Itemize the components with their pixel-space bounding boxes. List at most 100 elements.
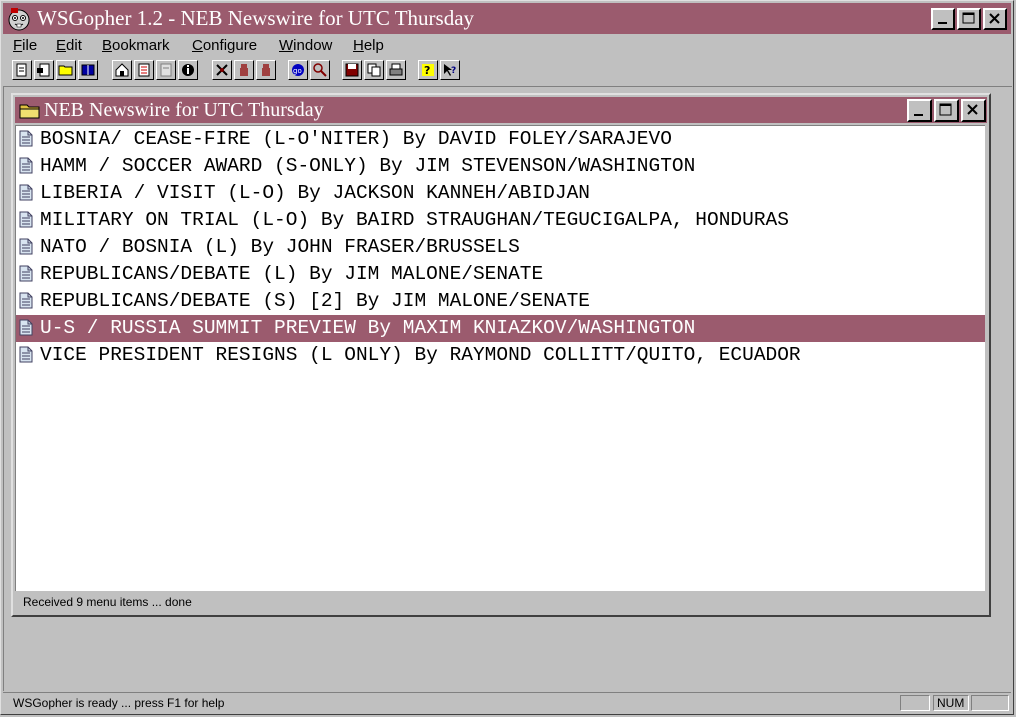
svg-text:?: ? [451,66,456,76]
app-title: WSGopher 1.2 - NEB Newswire for UTC Thur… [37,6,475,30]
toolbar-help-button[interactable]: ? [418,60,438,80]
info-icon [182,64,194,76]
menu-edit[interactable]: Edit [56,37,82,54]
toolbar-new-button[interactable] [12,60,32,80]
menu-help[interactable]: Help [353,37,384,54]
app-window: WSGopher 1.2 - NEB Newswire for UTC Thur… [0,0,1014,715]
toolbar: go ? ? [3,58,1011,84]
list-item-label: U-S / RUSSIA SUMMIT PREVIEW By MAXIM KNI… [40,317,696,339]
context-help-icon: ? [444,64,456,76]
status-text: WSGopher is ready ... press F1 for help [13,696,225,710]
list-item-label: MILITARY ON TRIAL (L-O) By BAIRD STRAUGH… [40,209,789,231]
list-item[interactable]: REPUBLICANS/DEBATE (L) By JIM MALONE/SEN… [16,261,985,288]
save-doc-icon [37,63,50,77]
toolbar-stop-button[interactable] [234,60,254,80]
bookmark-edit-icon [160,63,172,77]
document-icon [19,238,33,255]
toolbar-copy-button[interactable] [364,60,384,80]
close-button[interactable] [983,8,1007,30]
child-title: NEB Newswire for UTC Thursday [44,99,324,121]
save-disk-icon [345,63,359,77]
child-status-text: Received 9 menu items ... done [23,595,192,609]
list-item[interactable]: LIBERIA / VISIT (L-O) By JACKSON KANNEH/… [16,180,985,207]
toolbar-save-button[interactable] [342,60,362,80]
list-item-label: HAMM / SOCCER AWARD (S-ONLY) By JIM STEV… [40,155,696,177]
toolbar-info-button[interactable] [178,60,198,80]
minimize-icon [914,114,923,116]
open-folder-icon [58,65,73,76]
menu-item-list[interactable]: BOSNIA/ CEASE-FIRE (L-O'NITER) By DAVID … [15,125,985,591]
toolbar-search-button[interactable] [310,60,330,80]
status-num-indicator: NUM [933,695,969,711]
mdi-client-area: NEB Newswire for UTC Thursday BOSNIA/ CE… [3,86,1012,691]
book-icon [81,64,95,76]
print-icon [389,63,403,76]
svg-text:go: go [293,67,302,75]
child-status-bar: Received 9 menu items ... done [15,593,985,613]
new-doc-icon [16,63,27,77]
child-minimize-button[interactable] [907,99,932,122]
document-icon [19,265,33,282]
document-icon [19,184,33,201]
maximize-icon [962,12,975,24]
list-item[interactable]: VICE PRESIDENT RESIGNS (L ONLY) By RAYMO… [16,342,985,369]
toolbar-fetch-button[interactable] [212,60,232,80]
toolbar-open-button[interactable] [56,60,76,80]
list-item[interactable]: BOSNIA/ CEASE-FIRE (L-O'NITER) By DAVID … [16,126,985,153]
status-caps-indicator [900,695,930,711]
document-icon [19,211,33,228]
list-item-label: VICE PRESIDENT RESIGNS (L ONLY) By RAYMO… [40,344,801,366]
toolbar-context-help-button[interactable]: ? [440,60,460,80]
home-icon [115,63,129,77]
toolbar-print-button[interactable] [386,60,406,80]
list-item[interactable]: NATO / BOSNIA (L) By JOHN FRASER/BRUSSEL… [16,234,985,261]
child-maximize-button[interactable] [934,99,959,122]
gopher-app-icon[interactable] [7,7,31,31]
status-bar: WSGopher is ready ... press F1 for help … [3,692,1011,715]
help-icon: ? [422,64,434,77]
toolbar-cancel-button[interactable] [256,60,276,80]
menu-window[interactable]: Window [279,37,332,54]
toolbar-book-button[interactable] [78,60,98,80]
toolbar-home-button[interactable] [112,60,132,80]
go-icon: go [292,64,304,76]
bookmark-list-icon [138,63,150,77]
toolbar-save-doc-button[interactable] [34,60,54,80]
fetch-icon [216,64,228,76]
list-item-label: LIBERIA / VISIT (L-O) By JACKSON KANNEH/… [40,182,590,204]
maximize-icon [939,103,952,116]
svg-text:?: ? [424,64,430,77]
app-title-bar[interactable]: WSGopher 1.2 - NEB Newswire for UTC Thur… [3,3,1011,34]
minimize-button[interactable] [931,8,955,30]
menu-bar: File Edit Bookmark Configure Window Help [3,35,1011,57]
child-title-bar[interactable]: NEB Newswire for UTC Thursday [15,97,987,123]
list-item-label: REPUBLICANS/DEBATE (L) By JIM MALONE/SEN… [40,263,544,285]
document-icon [19,346,33,363]
document-icon [19,130,33,147]
close-icon [989,13,1000,24]
document-icon [19,292,33,309]
toolbar-go-button[interactable]: go [288,60,308,80]
search-icon [313,63,327,77]
child-window: NEB Newswire for UTC Thursday BOSNIA/ CE… [11,93,991,617]
list-item[interactable]: MILITARY ON TRIAL (L-O) By BAIRD STRAUGH… [16,207,985,234]
child-close-button[interactable] [961,99,986,122]
status-scroll-indicator [971,695,1009,711]
document-icon [19,319,33,336]
list-item[interactable]: U-S / RUSSIA SUMMIT PREVIEW By MAXIM KNI… [16,315,985,342]
list-item-label: REPUBLICANS/DEBATE (S) [2] By JIM MALONE… [40,290,590,312]
close-icon [967,104,978,115]
toolbar-bookmark-edit-button[interactable] [156,60,176,80]
list-item[interactable]: HAMM / SOCCER AWARD (S-ONLY) By JIM STEV… [16,153,985,180]
list-item-label: BOSNIA/ CEASE-FIRE (L-O'NITER) By DAVID … [40,128,672,150]
list-item-label: NATO / BOSNIA (L) By JOHN FRASER/BRUSSEL… [40,236,520,258]
menu-configure[interactable]: Configure [192,37,257,54]
list-item[interactable]: REPUBLICANS/DEBATE (S) [2] By JIM MALONE… [16,288,985,315]
toolbar-bookmarks-button[interactable] [134,60,154,80]
gopher-folder-icon [19,104,40,119]
copy-icon [367,63,381,77]
maximize-button[interactable] [957,8,981,30]
stop-hand-icon [240,64,248,76]
menu-file[interactable]: File [13,37,37,54]
menu-bookmark[interactable]: Bookmark [102,37,170,54]
